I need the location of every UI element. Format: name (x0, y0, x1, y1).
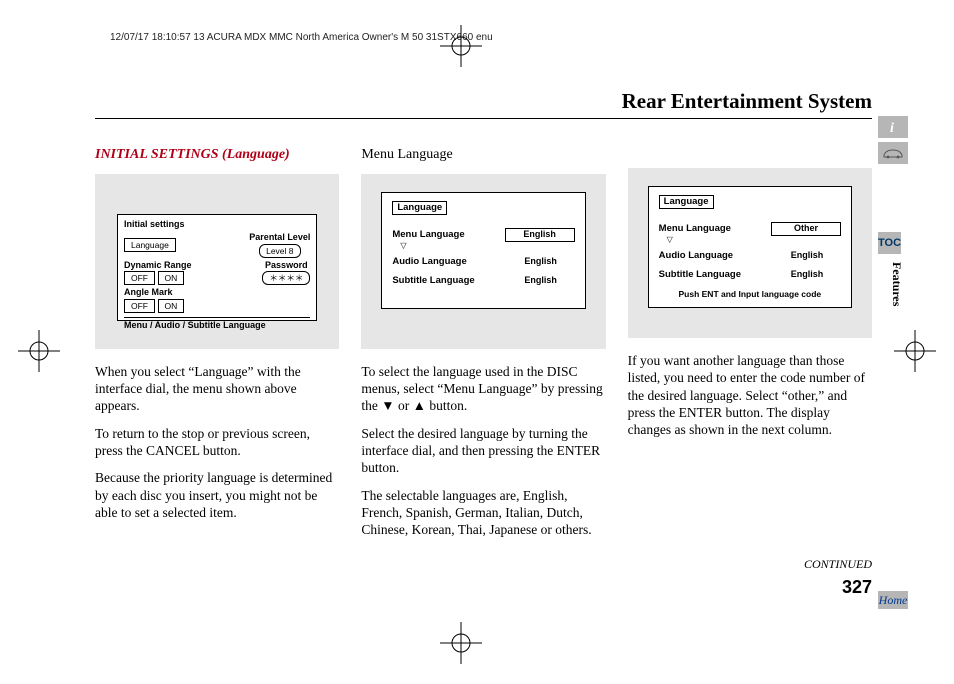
col2-p1: To select the language used in the DISC … (361, 363, 605, 415)
col3-p1: If you want another language than those … (628, 352, 872, 438)
chevron-icon-3: ▽ (667, 237, 841, 243)
column-2: Menu Language Language Menu Language Eng… (361, 146, 605, 548)
col3-spacer (628, 146, 872, 168)
registration-mark-bottom (440, 622, 482, 664)
dynrange-on: ON (158, 271, 185, 285)
sub-lang-value-3: English (773, 269, 841, 281)
registration-mark-right (894, 330, 936, 372)
info-icon: i (888, 120, 898, 134)
anglemark-off: OFF (124, 299, 155, 313)
menu-lang-label-3: Menu Language (659, 223, 731, 235)
col1-heading: INITIAL SETTINGS (Language) (95, 146, 339, 164)
chevron-icon: ▽ (400, 243, 574, 249)
menu-header: Language (392, 201, 447, 215)
dynrange-label: Dynamic Range (124, 260, 192, 270)
audio-lang-value-3: English (773, 250, 841, 262)
home-tab[interactable]: Home (878, 591, 908, 609)
parental-value: Level 8 (259, 244, 300, 258)
initial-settings-screen: Initial settings Language Parental Level… (117, 214, 317, 321)
registration-mark-left (18, 330, 60, 372)
language-option: Language (124, 238, 176, 252)
menu-lang-value-3: Other (771, 222, 841, 236)
screen-title: Initial settings (124, 219, 310, 231)
parental-label: Parental Level (249, 232, 310, 242)
menu-lang-label: Menu Language (392, 229, 464, 241)
password-label: Password (265, 260, 308, 270)
column-3: Language Menu Language Other ▽ Audio Lan… (628, 146, 872, 548)
car-tab[interactable] (878, 142, 908, 164)
sub-lang-label: Subtitle Language (392, 275, 474, 287)
registration-mark-top (440, 25, 482, 67)
col1-p2: To return to the stop or previous screen… (95, 425, 339, 460)
language-other-screen: Language Menu Language Other ▽ Audio Lan… (648, 186, 852, 308)
car-icon (882, 147, 904, 159)
screen-footer: Menu / Audio / Subtitle Language (124, 317, 310, 332)
toc-tab[interactable]: TOC (878, 232, 901, 254)
up-triangle-icon: ▲ (413, 397, 426, 414)
menu-lang-value: English (505, 228, 575, 242)
sub-lang-value: English (507, 275, 575, 287)
continued-label: CONTINUED (804, 557, 872, 572)
section-tab-features[interactable]: Features (889, 262, 904, 306)
anglemark-label: Angle Mark (124, 287, 173, 297)
col3-figure: Language Menu Language Other ▽ Audio Lan… (628, 168, 872, 338)
dynrange-off: OFF (124, 271, 155, 285)
col1-p3: Because the priority language is determi… (95, 469, 339, 521)
doc-header: 12/07/17 18:10:57 13 ACURA MDX MMC North… (110, 32, 493, 43)
language-screen: Language Menu Language English ▽ Audio L… (381, 192, 585, 309)
screen-footer-3: Push ENT and Input language code (659, 289, 841, 300)
svg-text:i: i (890, 121, 894, 134)
side-tabs: i TOC Home (878, 116, 908, 168)
col1-p1: When you select “Language” with the inte… (95, 363, 339, 415)
info-tab[interactable]: i (878, 116, 908, 138)
audio-lang-value: English (507, 256, 575, 268)
col2-heading: Menu Language (361, 146, 605, 164)
col2-p2: Select the desired language by turning t… (361, 425, 605, 477)
col2-figure: Language Menu Language English ▽ Audio L… (361, 174, 605, 349)
page-title: Rear Entertainment System (622, 89, 872, 114)
password-value: ＊＊＊＊ (262, 271, 310, 285)
col1-figure: Initial settings Language Parental Level… (95, 174, 339, 349)
menu-header-3: Language (659, 195, 714, 209)
sub-lang-label-3: Subtitle Language (659, 269, 741, 281)
audio-lang-label: Audio Language (392, 256, 466, 268)
title-rule (95, 118, 872, 119)
col2-p3: The selectable languages are, English, F… (361, 487, 605, 539)
anglemark-on: ON (158, 299, 185, 313)
column-1: INITIAL SETTINGS (Language) Initial sett… (95, 146, 339, 548)
audio-lang-label-3: Audio Language (659, 250, 733, 262)
page-number: 327 (842, 577, 872, 598)
down-triangle-icon: ▼ (381, 397, 394, 414)
